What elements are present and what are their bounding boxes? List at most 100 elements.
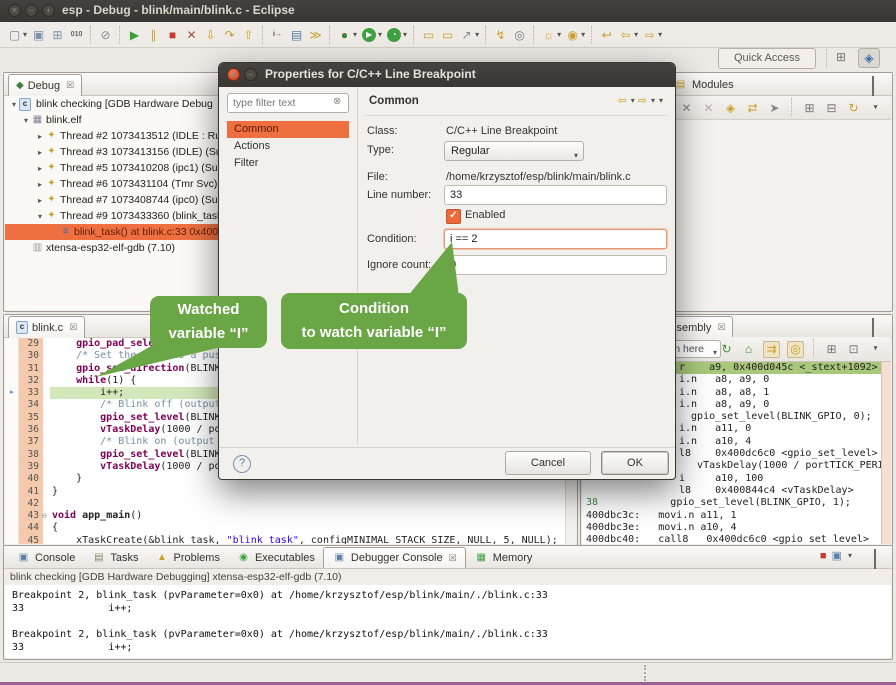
tab-tasks[interactable]: ▤Tasks [83,547,146,568]
breakpoint-current-icon[interactable]: ➤ [5,387,18,399]
close-icon[interactable]: ☒ [69,322,77,333]
tab-executables[interactable]: ◉Executables [228,547,323,568]
pin-view-button[interactable]: ⊡ [844,339,863,359]
disassembly-scrollbar[interactable] [881,362,891,544]
open-folder-button[interactable]: ▭ [419,25,438,45]
run-external-button[interactable]: ↗▾ [457,25,481,45]
chevron-right-icon[interactable]: ▸ [35,148,45,157]
chevron-right-icon[interactable]: ▸ [35,180,45,189]
new-wizard-button[interactable]: ▢▾ [5,25,29,45]
chevron-down-icon[interactable]: ▾ [848,551,852,560]
resume-button[interactable]: ▶ [125,25,144,45]
expand-all-button[interactable]: ⊞ [800,98,819,118]
chevron-right-icon[interactable]: ▸ [35,164,45,173]
maximize-icon[interactable] [872,320,884,330]
tab-console[interactable]: ▣Console [8,547,83,568]
code-line[interactable]: 44{ [5,522,576,534]
stop-icon[interactable]: ■ [820,550,827,562]
maximize-icon[interactable] [874,551,886,561]
code-line[interactable]: 45 xTaskCreate(&blink_task, "blink_task"… [5,535,576,544]
chevron-down-icon[interactable]: ▾ [9,100,19,109]
collapse-all-button[interactable]: ⇄ [743,98,762,118]
refresh-button[interactable]: ↻ [717,339,736,359]
menu-button[interactable]: ▾ [866,98,885,118]
window-close-icon[interactable]: ✕ [8,4,21,17]
refresh-gold-button[interactable]: ↻ [844,98,863,118]
remove-button[interactable]: ✕ [677,98,696,118]
cpp-perspective-icon[interactable]: ⊞ [830,48,852,68]
menu-button[interactable]: ▾ [866,339,885,359]
console-view-button[interactable]: ▤ [287,25,306,45]
layout-button[interactable]: ◈ [721,98,740,118]
back-button[interactable]: ⇦▾ [616,25,640,45]
display-console-icon[interactable]: ▣ [832,549,842,562]
back-icon[interactable]: ⇦ [618,94,627,107]
window-maximize-icon[interactable]: + [42,4,55,17]
minimize-icon[interactable] [854,78,866,88]
occurrences-button[interactable]: ☼▾ [539,25,563,45]
minimize-icon[interactable] [857,551,869,561]
chevron-down-icon[interactable]: ▾ [35,212,45,221]
step-return-button[interactable]: ⇧ [239,25,258,45]
cancel-button[interactable]: Cancel [505,451,591,475]
build-lightning-button[interactable]: ↯ [491,25,510,45]
track-expr-button[interactable]: ◎ [785,339,806,359]
step-into-button[interactable]: ⇩ [201,25,220,45]
minimize-icon[interactable] [854,320,866,330]
maximize-icon[interactable] [872,78,884,88]
chevron-right-icon[interactable]: ▸ [35,132,45,141]
profile-button[interactable]: ◔▾ [384,25,409,45]
quick-access-button[interactable]: Quick Access [718,48,816,69]
tab-modules[interactable]: ▤Modules [666,74,741,95]
chevron-down-icon[interactable]: ▾ [651,96,655,105]
close-icon[interactable]: ☒ [449,553,457,564]
tab-debug[interactable]: ◆ Debug ☒ [8,74,82,96]
forward-icon[interactable]: ⇨ [638,94,647,107]
chevron-down-icon[interactable]: ▾ [21,116,31,125]
disassembly-line[interactable]: 38 gpio_set_level(BLINK_GPIO, 1); [582,497,891,509]
search-pair-button[interactable]: ◎ [510,25,529,45]
tab-blink-c[interactable]: c blink.c ☒ [8,316,85,338]
forward-button[interactable]: ⇨▾ [640,25,664,45]
sync-active-button[interactable]: ⇉ [761,339,782,359]
close-icon[interactable]: ☒ [66,80,74,91]
binary-button[interactable]: 010 [67,25,86,45]
dialog-nav-common[interactable]: Common [227,121,349,138]
code-line[interactable]: 43⊖void app_main() [5,510,576,522]
window-minimize-icon[interactable]: – [25,4,38,17]
tab-problems[interactable]: ▲Problems [146,547,227,568]
chevron-down-icon[interactable]: ▾ [631,96,635,105]
suspend-button[interactable]: ∥ [144,25,163,45]
dialog-close-icon[interactable]: ● [227,68,240,81]
view-menu-icon[interactable]: ▾ [659,96,663,105]
search2-button[interactable]: ◉▾ [563,25,587,45]
debug-perspective-icon[interactable]: ◈ [858,48,880,68]
disassembly-line[interactable]: l8 0x400844c4 <vTaskDelay> [582,485,891,497]
ignore-count-input[interactable] [444,255,667,275]
terminate-button[interactable]: ■ [163,25,182,45]
disassembly-line[interactable]: 400dbc40: call8 0x400dc6c0 <gpio_set_lev… [582,534,891,544]
remove-all-button[interactable]: ✕ [699,98,718,118]
tab-memory[interactable]: ▦Memory [466,547,541,568]
line-number-input[interactable] [444,185,667,205]
dialog-nav-filter[interactable]: Filter [227,155,349,172]
type-select[interactable]: Regular ▾ [444,141,584,161]
condition-input[interactable] [444,229,667,249]
dialog-minimize-icon[interactable]: – [244,68,257,81]
fold-marker-icon[interactable]: ⊖ [42,510,50,522]
disassembly-line[interactable]: 400dbc3e: movi.n a10, 4 [582,522,891,534]
ok-button[interactable]: OK [601,451,669,475]
dialog-nav-actions[interactable]: Actions [227,138,349,155]
save-all-button[interactable]: ⊞ [48,25,67,45]
enabled-checkbox[interactable]: ✓ [446,209,461,224]
chevron-right-icon[interactable]: ▸ [35,196,45,205]
help-icon[interactable]: ? [233,455,251,473]
collapse-box-button[interactable]: ⊟ [822,98,841,118]
new-view-button[interactable]: ⊞ [822,339,841,359]
step-over-button[interactable]: ↷ [220,25,239,45]
disconnect-button[interactable]: ✕ [182,25,201,45]
last-edit-button[interactable]: ↩ [597,25,616,45]
save-button[interactable]: ▣ [29,25,48,45]
clear-filter-icon[interactable]: ⊗ [333,96,341,107]
home-button[interactable]: ⌂ [739,339,758,359]
